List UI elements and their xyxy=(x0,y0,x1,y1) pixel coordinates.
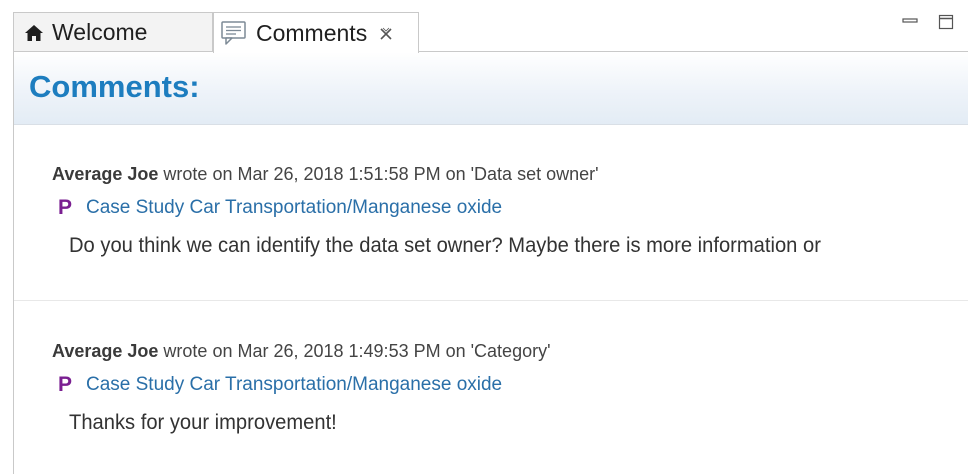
tab-comments-label: Comments xyxy=(256,19,368,46)
comment-author: Average Joe xyxy=(52,341,159,361)
view-controls xyxy=(902,14,968,30)
comment-item: Average Joe wrote on Mar 26, 2018 1:51:5… xyxy=(14,124,968,301)
comment-link[interactable]: Case Study Car Transportation/Manganese … xyxy=(86,197,502,219)
maximize-icon[interactable] xyxy=(938,14,954,30)
comment-reference: P Case Study Car Transportation/Manganes… xyxy=(58,373,502,397)
comment-reference: P Case Study Car Transportation/Manganes… xyxy=(58,196,502,220)
editor-tab-bar: Welcome Comments xyxy=(0,0,968,53)
comment-meta: wrote on Mar 26, 2018 1:51:58 PM on 'Dat… xyxy=(163,164,599,184)
comment-author: Average Joe xyxy=(52,164,159,184)
tab-comments[interactable]: Comments xyxy=(213,12,419,53)
tab-welcome[interactable]: Welcome xyxy=(13,12,213,52)
page-header: Comments: xyxy=(14,52,968,125)
page-title: Comments: xyxy=(29,69,200,104)
tab-welcome-label: Welcome xyxy=(52,19,148,45)
close-icon[interactable] xyxy=(379,27,393,41)
comment-item: Average Joe wrote on Mar 26, 2018 1:49:5… xyxy=(14,301,968,474)
comments-panel: Comments: Average Joe wrote on Mar 26, 2… xyxy=(13,52,968,474)
comment-icon xyxy=(221,21,246,45)
comment-link[interactable]: Case Study Car Transportation/Manganese … xyxy=(86,374,502,396)
comment-header: Average Joe wrote on Mar 26, 2018 1:49:5… xyxy=(52,341,551,362)
comment-meta: wrote on Mar 26, 2018 1:49:53 PM on 'Cat… xyxy=(163,341,551,361)
comment-body-text: Do you think we can identify the data se… xyxy=(69,234,821,257)
comment-body: Do you think we can identify the data se… xyxy=(69,234,852,258)
comment-body: Thanks for your improvement! xyxy=(69,411,348,435)
process-icon: P xyxy=(58,373,73,396)
comment-header: Average Joe wrote on Mar 26, 2018 1:51:5… xyxy=(52,164,599,185)
minimize-icon[interactable] xyxy=(902,14,918,30)
comment-body-text: Thanks for your improvement! xyxy=(69,411,337,434)
home-icon xyxy=(25,24,43,41)
process-icon: P xyxy=(58,196,73,219)
comments-view: Welcome Comments Comments: Average Joe w… xyxy=(0,0,968,474)
